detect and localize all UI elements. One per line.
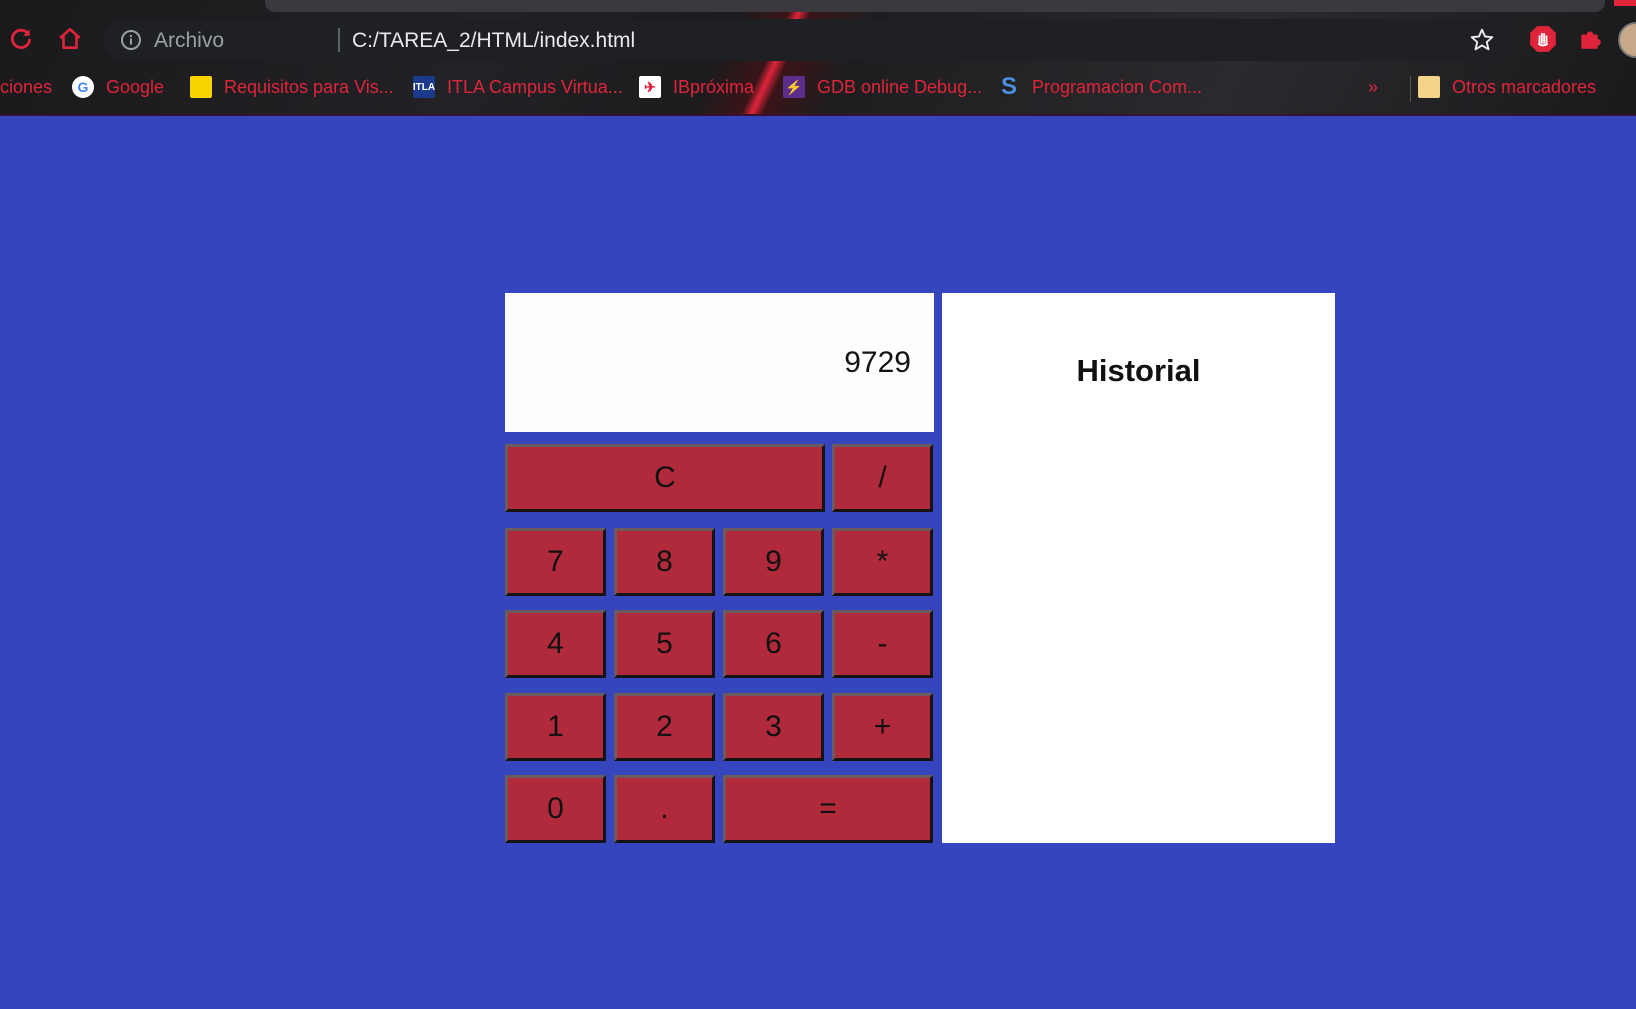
digit-7-button[interactable]: 7 <box>505 528 606 596</box>
digit-9-button[interactable]: 9 <box>723 528 824 596</box>
window-accent <box>1614 0 1636 6</box>
bookmarks-divider <box>1410 76 1411 102</box>
tab-strip <box>265 0 1605 12</box>
bookmarks-bar: ciones G Google Requisitos para Vis... I… <box>0 68 1636 106</box>
s-icon: S <box>1000 73 1017 100</box>
bookmark-label: Google <box>106 76 165 97</box>
iberia-icon: ✈ <box>639 76 661 98</box>
bookmark-itla[interactable]: ITLA ITLA Campus Virtua... <box>413 72 623 102</box>
home-icon[interactable] <box>55 24 85 54</box>
itla-icon: ITLA <box>413 76 435 98</box>
minus-button[interactable]: - <box>832 610 933 678</box>
decimal-button[interactable]: . <box>614 775 715 843</box>
bookmark-star-icon[interactable] <box>1469 27 1495 53</box>
digit-3-button[interactable]: 3 <box>723 693 824 761</box>
other-bookmarks[interactable]: Otros marcadores <box>1418 72 1596 102</box>
adblock-extension-icon[interactable] <box>1528 24 1558 54</box>
bookmark-item[interactable]: ciones <box>0 72 52 102</box>
browser-chrome: Archivo C:/TAREA_2/HTML/index.html cione… <box>0 0 1636 116</box>
gdb-icon: ⚡ <box>783 76 805 98</box>
multiply-button[interactable]: * <box>832 528 933 596</box>
bookmark-gdb[interactable]: ⚡ GDB online Debug... <box>783 72 982 102</box>
address-separator <box>338 28 340 52</box>
digit-4-button[interactable]: 4 <box>505 610 606 678</box>
digit-1-button[interactable]: 1 <box>505 693 606 761</box>
bookmark-label: ITLA Campus Virtua... <box>447 76 623 97</box>
reload-icon[interactable] <box>6 24 36 54</box>
bookmark-requisitos[interactable]: Requisitos para Vis... <box>190 72 394 102</box>
bookmark-label: Requisitos para Vis... <box>224 76 394 97</box>
chrome-divider <box>0 114 1636 116</box>
history-title: Historial <box>1076 353 1201 388</box>
origin-label: Archivo <box>154 29 225 52</box>
address-bar[interactable]: Archivo C:/TAREA_2/HTML/index.html <box>104 19 1509 61</box>
info-icon[interactable] <box>120 29 142 51</box>
digit-8-button[interactable]: 8 <box>614 528 715 596</box>
divide-button[interactable]: / <box>832 444 933 512</box>
bookmark-google[interactable]: G Google <box>72 72 164 102</box>
digit-6-button[interactable]: 6 <box>723 610 824 678</box>
history-panel: Historial <box>942 293 1335 843</box>
bookmark-label: ciones <box>0 76 53 97</box>
digit-5-button[interactable]: 5 <box>614 610 715 678</box>
folder-icon <box>1418 76 1440 98</box>
profile-avatar[interactable] <box>1618 22 1636 58</box>
url-text[interactable]: C:/TAREA_2/HTML/index.html <box>352 29 635 53</box>
bookmark-label: Programacion Com... <box>1032 76 1203 97</box>
bookmarks-overflow-button[interactable]: » <box>1368 72 1378 102</box>
chevron-double-icon: » <box>1368 76 1379 97</box>
extensions-puzzle-icon[interactable] <box>1575 24 1605 54</box>
calculator-display: 9729 <box>505 293 934 432</box>
bookmark-label: IBpróxima <box>673 76 755 97</box>
plus-button[interactable]: + <box>832 693 933 761</box>
flag-icon <box>190 76 212 98</box>
equals-button[interactable]: = <box>723 775 933 843</box>
bookmark-label: GDB online Debug... <box>817 76 983 97</box>
bookmark-programacion[interactable]: S Programacion Com... <box>998 72 1202 102</box>
digit-2-button[interactable]: 2 <box>614 693 715 761</box>
clear-button[interactable]: C <box>505 444 825 512</box>
digit-0-button[interactable]: 0 <box>505 775 606 843</box>
bookmark-iberia[interactable]: ✈ IBpróxima <box>639 72 754 102</box>
google-icon: G <box>72 76 94 98</box>
other-bookmarks-label: Otros marcadores <box>1452 76 1597 97</box>
